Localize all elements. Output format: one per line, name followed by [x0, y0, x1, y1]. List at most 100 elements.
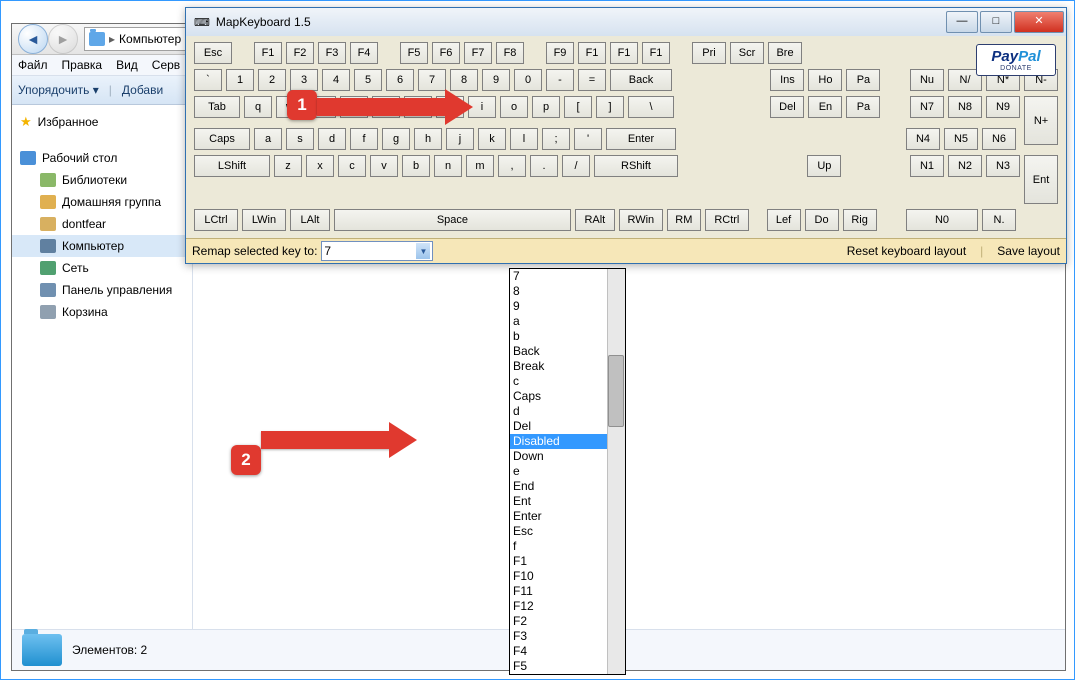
key-f1[interactable]: F1 [610, 42, 638, 64]
key-a[interactable]: a [254, 128, 282, 150]
key-[interactable]: ; [542, 128, 570, 150]
key-4[interactable]: 4 [322, 69, 350, 91]
dropdown-option[interactable]: F2 [510, 614, 608, 629]
key-rshift[interactable]: RShift [594, 155, 678, 177]
sidebar-item-bin[interactable]: Корзина [12, 301, 192, 323]
sidebar-item-net[interactable]: Сеть [12, 257, 192, 279]
key-ralt[interactable]: RAlt [575, 209, 615, 231]
dropdown-option[interactable]: 7 [510, 269, 608, 284]
save-layout-button[interactable]: Save layout [997, 244, 1060, 258]
key-[interactable]: . [530, 155, 558, 177]
key-n2[interactable]: N2 [948, 155, 982, 177]
dropdown-option[interactable]: Esc [510, 524, 608, 539]
key-rig[interactable]: Rig [843, 209, 877, 231]
remap-select[interactable]: 7 ▼ [321, 241, 433, 261]
key-n7[interactable]: N7 [910, 96, 944, 118]
key-v[interactable]: v [370, 155, 398, 177]
sidebar-item-lib[interactable]: Библиотеки [12, 169, 192, 191]
key-y[interactable]: y [404, 96, 432, 118]
sidebar-item-home[interactable]: Домашняя группа [12, 191, 192, 213]
key-n9[interactable]: N9 [986, 96, 1020, 118]
dropdown-option[interactable]: F12 [510, 599, 608, 614]
dropdown-option[interactable]: F3 [510, 629, 608, 644]
dropdown-option[interactable]: Ent [510, 494, 608, 509]
key-back[interactable]: Back [610, 69, 672, 91]
key-7[interactable]: 7 [418, 69, 446, 91]
menu-view[interactable]: Вид [116, 58, 138, 72]
key-[interactable]: - [546, 69, 574, 91]
menu-file[interactable]: Файл [18, 58, 48, 72]
key-[interactable]: = [578, 69, 606, 91]
key-6[interactable]: 6 [386, 69, 414, 91]
dropdown-option[interactable]: Back [510, 344, 608, 359]
key-f5[interactable]: F5 [400, 42, 428, 64]
dropdown-option[interactable]: End [510, 479, 608, 494]
dropdown-option[interactable]: d [510, 404, 608, 419]
menu-service[interactable]: Серв [152, 58, 180, 72]
dropdown-option[interactable]: F11 [510, 584, 608, 599]
key-en[interactable]: En [808, 96, 842, 118]
key-r[interactable]: r [340, 96, 368, 118]
sidebar-favorites[interactable]: ★ Избранное [12, 111, 192, 133]
key-tab[interactable]: Tab [194, 96, 240, 118]
menu-edit[interactable]: Правка [62, 58, 103, 72]
key-up[interactable]: Up [807, 155, 841, 177]
dropdown-option[interactable]: F5 [510, 659, 608, 674]
key-9[interactable]: 9 [482, 69, 510, 91]
dropdown-option[interactable]: c [510, 374, 608, 389]
key-del[interactable]: Del [770, 96, 804, 118]
dropdown-option[interactable]: Caps [510, 389, 608, 404]
dropdown-option[interactable]: F4 [510, 644, 608, 659]
minimize-button[interactable]: — [946, 11, 978, 33]
key-b[interactable]: b [402, 155, 430, 177]
key-lwin[interactable]: LWin [242, 209, 286, 231]
dropdown-option[interactable]: a [510, 314, 608, 329]
key-n3[interactable]: N3 [986, 155, 1020, 177]
key-space[interactable]: Space [334, 209, 571, 231]
key-h[interactable]: h [414, 128, 442, 150]
key-bre[interactable]: Bre [768, 42, 802, 64]
key-ins[interactable]: Ins [770, 69, 804, 91]
key-ho[interactable]: Ho [808, 69, 842, 91]
dropdown-option[interactable]: F10 [510, 569, 608, 584]
key-do[interactable]: Do [805, 209, 839, 231]
key-g[interactable]: g [382, 128, 410, 150]
key-f3[interactable]: F3 [318, 42, 346, 64]
key-l[interactable]: l [510, 128, 538, 150]
sidebar-item-comp[interactable]: Компьютер [12, 235, 192, 257]
key-i[interactable]: i [468, 96, 496, 118]
nav-forward-button[interactable]: ► [48, 24, 78, 54]
key-n[interactable]: n [434, 155, 462, 177]
add-button[interactable]: Добави [122, 83, 163, 97]
key-2[interactable]: 2 [258, 69, 286, 91]
maximize-button[interactable]: □ [980, 11, 1012, 33]
key-pa[interactable]: Pa [846, 69, 880, 91]
sidebar-desktop[interactable]: Рабочий стол [12, 147, 192, 169]
key-scr[interactable]: Scr [730, 42, 764, 64]
key-f[interactable]: f [350, 128, 378, 150]
key-f4[interactable]: F4 [350, 42, 378, 64]
key-q[interactable]: q [244, 96, 272, 118]
key-p[interactable]: p [532, 96, 560, 118]
key-0[interactable]: 0 [514, 69, 542, 91]
key-pri[interactable]: Pri [692, 42, 726, 64]
key-s[interactable]: s [286, 128, 314, 150]
key-x[interactable]: x [306, 155, 334, 177]
key-[interactable]: ] [596, 96, 624, 118]
key-n5[interactable]: N5 [944, 128, 978, 150]
key-c[interactable]: c [338, 155, 366, 177]
key-n0[interactable]: N0 [906, 209, 978, 231]
dropdown-option[interactable]: 9 [510, 299, 608, 314]
key-j[interactable]: j [446, 128, 474, 150]
dropdown-scrollbar[interactable] [607, 269, 625, 674]
key-t[interactable]: t [372, 96, 400, 118]
key-n1[interactable]: N1 [910, 155, 944, 177]
key-n4[interactable]: N4 [906, 128, 940, 150]
key-enter[interactable]: Enter [606, 128, 676, 150]
key-f1[interactable]: F1 [642, 42, 670, 64]
reset-layout-button[interactable]: Reset keyboard layout [847, 244, 966, 258]
dropdown-option[interactable]: Break [510, 359, 608, 374]
key-5[interactable]: 5 [354, 69, 382, 91]
dropdown-option[interactable]: b [510, 329, 608, 344]
dropdown-option[interactable]: Down [510, 449, 608, 464]
